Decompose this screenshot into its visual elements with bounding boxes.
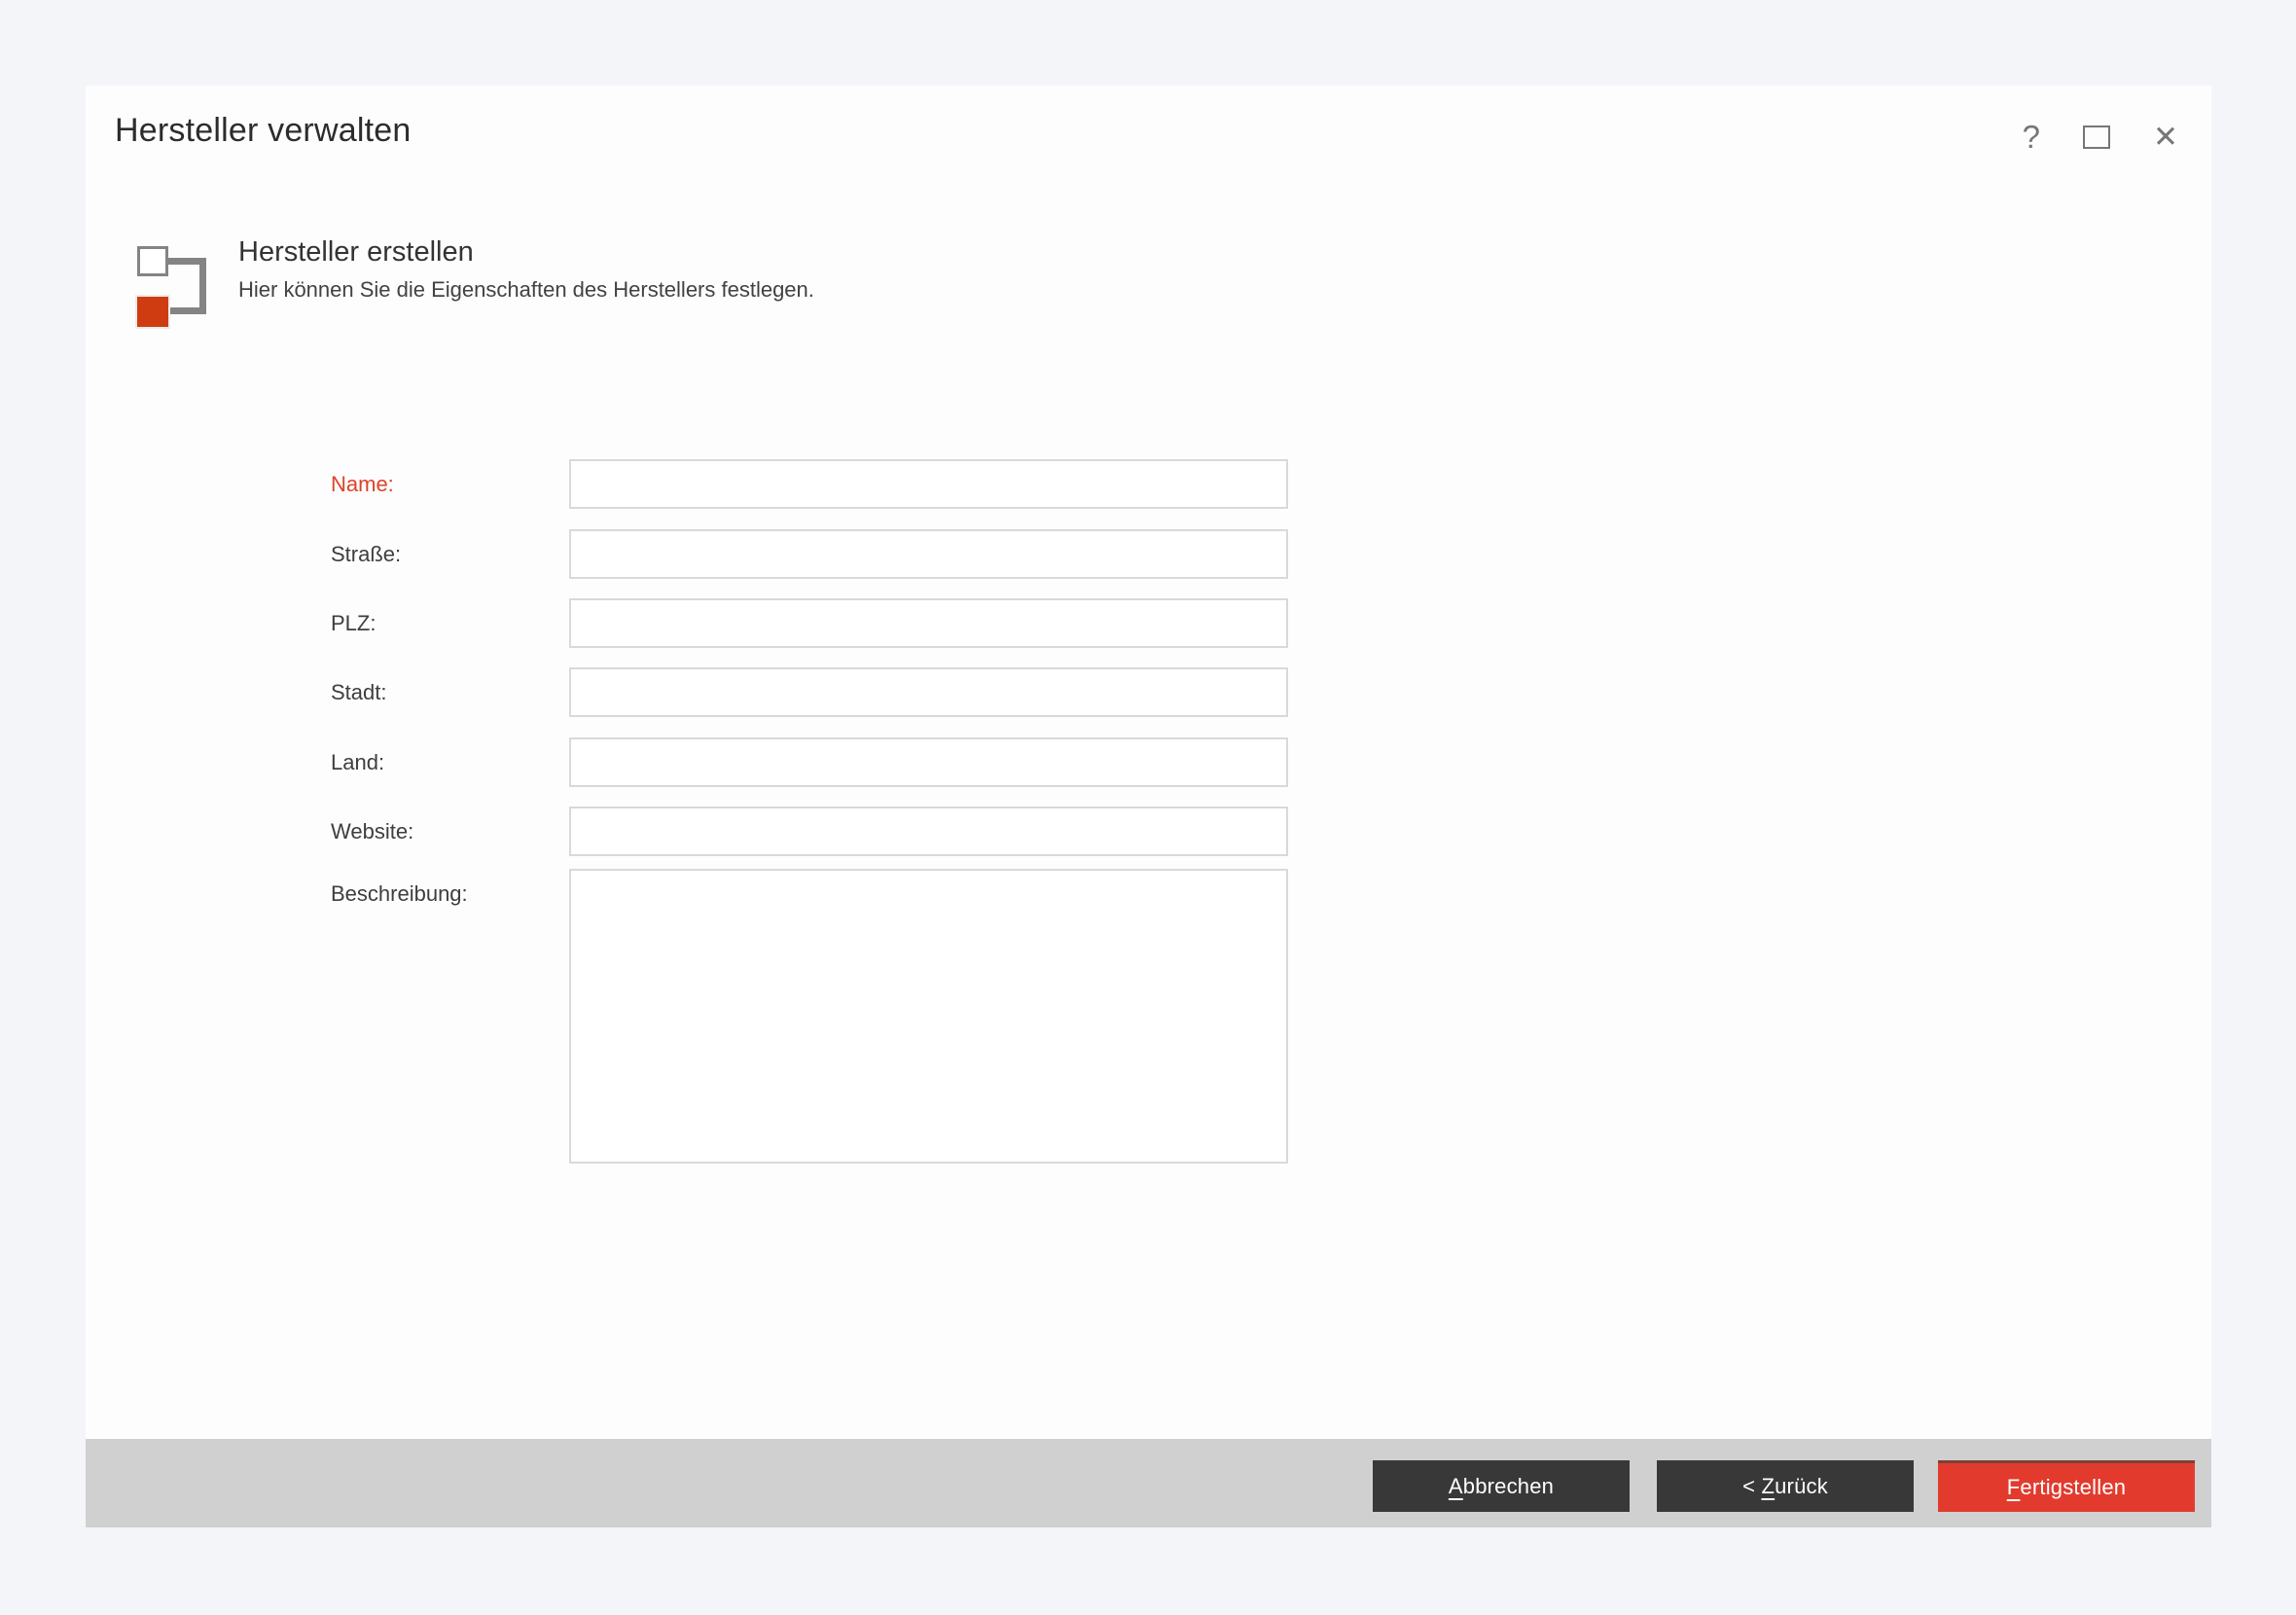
fertigstellen-label-mnemonic: F	[2007, 1475, 2021, 1500]
website-label: Website:	[331, 807, 564, 856]
step-heading: Hersteller erstellen	[238, 233, 474, 270]
window-title: Hersteller verwalten	[115, 109, 411, 152]
strasse-label: Straße:	[331, 529, 564, 579]
help-button[interactable]: ?	[2023, 121, 2040, 153]
zurueck-label-mnemonic: Z	[1761, 1474, 1775, 1499]
maximize-button[interactable]	[2083, 126, 2110, 149]
close-button[interactable]: ✕	[2153, 122, 2178, 152]
beschreibung-label: Beschreibung:	[331, 869, 564, 918]
stadt-label: Stadt:	[331, 667, 564, 717]
land-input[interactable]	[569, 737, 1288, 787]
zurueck-label-pre: <	[1742, 1474, 1761, 1499]
name-label: Name:	[331, 459, 564, 509]
beschreibung-textarea[interactable]	[569, 869, 1288, 1164]
window-controls: ? ✕	[2023, 121, 2178, 153]
abbrechen-label-mnemonic: A	[1449, 1474, 1463, 1499]
fertigstellen-label-rest: ertigstellen	[2020, 1475, 2126, 1500]
wizard-hierarchy-icon	[167, 258, 206, 314]
wizard-icon-parent-square	[137, 246, 168, 276]
help-icon: ?	[2023, 121, 2040, 153]
dialog-window: Hersteller verwalten ? ✕ Hersteller erst…	[86, 86, 2211, 1527]
abbrechen-label-rest: bbrechen	[1463, 1474, 1554, 1499]
fertigstellen-button[interactable]: Fertigstellen	[1938, 1460, 2195, 1512]
website-input[interactable]	[569, 807, 1288, 856]
name-input[interactable]	[569, 459, 1288, 509]
abbrechen-button[interactable]: Abbrechen	[1373, 1460, 1630, 1512]
zurueck-label-rest: urück	[1775, 1474, 1828, 1499]
maximize-icon	[2083, 126, 2110, 149]
step-subheading: Hier können Sie die Eigenschaften des He…	[238, 276, 814, 304]
strasse-input[interactable]	[569, 529, 1288, 579]
wizard-icon-child-square	[137, 297, 168, 327]
zurueck-button[interactable]: < Zurück	[1657, 1460, 1914, 1512]
plz-label: PLZ:	[331, 598, 564, 648]
plz-input[interactable]	[569, 598, 1288, 648]
land-label: Land:	[331, 737, 564, 787]
stadt-input[interactable]	[569, 667, 1288, 717]
close-icon: ✕	[2153, 122, 2178, 152]
